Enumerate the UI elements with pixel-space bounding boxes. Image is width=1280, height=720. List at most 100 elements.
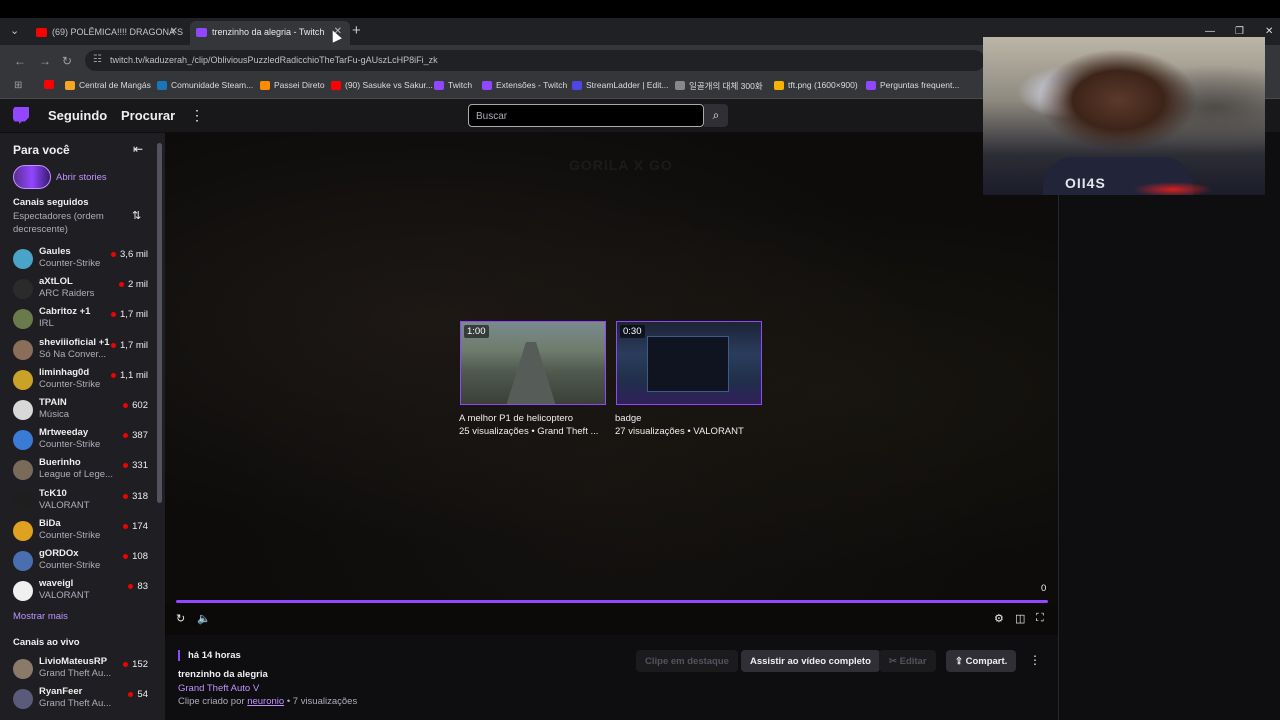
recommended-clip-meta: 25 visualizações • Grand Theft ...	[459, 426, 599, 437]
bookmark-item[interactable]: Passei Direto	[260, 80, 325, 90]
fullscreen-icon[interactable]: ⛶	[1036, 612, 1044, 625]
avatar	[13, 581, 33, 602]
shirt-text: OII4S	[1065, 175, 1106, 191]
back-icon[interactable]: ←	[14, 54, 26, 68]
sidebar-channel-item[interactable]: sheviiioficial +1 Só Na Conver... 1,7 mil	[0, 336, 157, 366]
channel-game: Grand Theft Au...	[39, 698, 112, 709]
viewer-count: 602	[123, 400, 148, 411]
tab-title: (69) POLÊMICA!!!! DRAGONA S	[52, 27, 184, 37]
sidebar-channel-item[interactable]: TcK10 VALORANT 318	[0, 487, 157, 517]
recommended-clip-thumbnail[interactable]: 1:00	[460, 321, 606, 405]
bookmark-favicon-icon	[434, 81, 444, 90]
sidebar-channel-item[interactable]: BiDa Counter-Strike 174	[0, 517, 157, 547]
avatar	[13, 460, 33, 481]
bookmark-item[interactable]: StreamLadder | Edit...	[572, 80, 669, 90]
sidebar-channel-item[interactable]: LivioMateusRP Grand Theft Au... 152	[0, 655, 157, 685]
live-dot-icon	[123, 402, 129, 408]
forward-icon[interactable]: →	[39, 54, 51, 68]
twitch-logo-icon[interactable]	[13, 107, 29, 124]
bookmark-item[interactable]: Perguntas frequent...	[866, 80, 959, 90]
sidebar-channel-item[interactable]: RyanFeer Grand Theft Au... 54	[0, 685, 157, 715]
bookmark-favicon-icon	[866, 81, 876, 90]
sidebar-channel-item[interactable]: waveigl VALORANT 83	[0, 577, 157, 607]
bookmark-item[interactable]: 일골개의 대체 300화	[675, 80, 763, 92]
red-light-graphic	[1133, 182, 1213, 195]
search-button[interactable]: ⌕	[704, 104, 728, 127]
recommended-clip-title[interactable]: badge	[615, 413, 641, 424]
channel-name: Gaules	[39, 246, 71, 257]
viewer-count: 108	[123, 551, 148, 562]
address-bar[interactable]: ☷ twitch.tv/kaduzerah_/clip/ObliviousPuz…	[85, 50, 985, 71]
channel-game: Counter-Strike	[39, 378, 101, 390]
show-more-link[interactable]: Mostrar mais	[13, 611, 68, 622]
bookmark-item[interactable]: Central de Mangás	[65, 80, 151, 90]
viewer-count: 331	[123, 460, 148, 471]
more-actions-icon[interactable]: ⋮	[1029, 653, 1041, 667]
apps-grid-icon[interactable]: ⊞	[14, 80, 22, 91]
channel-name: TPAIN	[39, 397, 67, 408]
sidebar-channel-item[interactable]: TPAIN Música 602	[0, 396, 157, 426]
creator-link[interactable]: neuronio	[247, 696, 284, 707]
progress-bar[interactable]	[176, 600, 1048, 603]
tab-twitch[interactable]: trenzinho da alegria - Twitch ✕	[190, 21, 350, 45]
theatre-mode-icon[interactable]: ◫	[1015, 612, 1025, 625]
bookmark-item[interactable]: (90) Sasuke vs Sakur...	[331, 80, 433, 90]
live-dot-icon	[128, 691, 134, 697]
collapse-sidebar-icon[interactable]: ⇤	[133, 142, 143, 156]
viewer-count: 387	[123, 430, 148, 441]
sidebar-channel-item[interactable]: aXtLOL ARC Raiders 2 mil	[0, 275, 157, 305]
live-channels-heading: Canais ao vivo	[13, 637, 80, 648]
new-tab-button[interactable]: +	[352, 22, 361, 39]
edit-button[interactable]: ✂ Editar	[879, 650, 936, 672]
tab-youtube[interactable]: (69) POLÊMICA!!!! DRAGONA S ✕	[30, 21, 186, 45]
featured-clip-button[interactable]: Clipe em destaque	[636, 650, 738, 672]
sidebar-channel-item[interactable]: Mrtweeday Counter-Strike 387	[0, 426, 157, 456]
channel-name: Buerinho	[39, 457, 81, 469]
sidebar-channel-item[interactable]: Buerinho League of Lege... 331	[0, 456, 157, 486]
more-options-icon[interactable]: ⋮	[190, 107, 204, 124]
stories-avatar[interactable]	[13, 165, 51, 189]
channel-name: aXtLOL	[39, 276, 73, 288]
sidebar-channel-item[interactable]: liminhag0d Counter-Strike 1,1 mil	[0, 366, 157, 396]
clip-creator-line: Clipe criado por neuronio • 7 visualizaç…	[178, 696, 358, 707]
scissors-icon: ✂	[889, 656, 900, 667]
sidebar-scrollbar[interactable]	[157, 143, 162, 503]
video-player[interactable]: GORILA X GO 1:00 A melhor P1 de helicopt…	[165, 133, 1058, 635]
search-input[interactable]: Buscar	[468, 104, 704, 127]
avatar	[13, 249, 33, 269]
restore-icon[interactable]: ❐	[1235, 26, 1244, 37]
site-info-icon[interactable]: ☷	[93, 54, 102, 65]
bookmark-item[interactable]: Comunidade Steam...	[157, 80, 253, 90]
sort-icon[interactable]: ⇅	[132, 209, 141, 222]
minimize-icon[interactable]: —	[1205, 26, 1215, 37]
screen: ⌄ (69) POLÊMICA!!!! DRAGONA S ✕ trenzinh…	[0, 0, 1280, 720]
share-button[interactable]: ⇪ Compart.	[946, 650, 1017, 672]
sidebar-channel-item[interactable]: Cabritoz +1 IRL 1,7 mil	[0, 305, 157, 335]
bookmark-item[interactable]: Twitch	[434, 80, 472, 90]
bookmark-favicon-icon	[774, 81, 784, 90]
reload-icon[interactable]: ↻	[62, 54, 72, 68]
channel-name: gORDOx	[39, 548, 79, 559]
sidebar-channel-item[interactable]: Gaules Counter-Strike 3,6 mil	[0, 245, 157, 275]
recommended-clip-thumbnail[interactable]: 0:30	[616, 321, 762, 405]
bookmark-youtube-icon[interactable]	[44, 80, 54, 91]
close-icon[interactable]: ✕	[170, 26, 178, 37]
replay-icon[interactable]: ↻	[176, 612, 185, 625]
tab-search-chevron-icon[interactable]: ⌄	[10, 24, 26, 40]
bookmark-item[interactable]: tft.png (1600×900)	[774, 80, 858, 90]
recommended-clip-title[interactable]: A melhor P1 de helicoptero	[459, 413, 573, 424]
game-link[interactable]: Grand Theft Auto V	[178, 683, 259, 694]
tab-title: trenzinho da alegria - Twitch	[212, 27, 325, 37]
bookmark-favicon-icon	[572, 81, 582, 90]
bookmark-item[interactable]: Extensões - Twitch	[482, 80, 567, 90]
nav-browse[interactable]: Procurar	[121, 108, 175, 123]
open-stories-link[interactable]: Abrir stories	[56, 172, 107, 183]
sidebar-channel-item[interactable]: gORDOx Counter-Strike 108	[0, 547, 157, 577]
nav-following[interactable]: Seguindo	[48, 108, 107, 123]
watch-full-video-button[interactable]: Assistir ao vídeo completo	[741, 650, 880, 672]
volume-icon[interactable]: 🔈	[197, 612, 211, 625]
settings-gear-icon[interactable]: ⚙	[994, 612, 1004, 625]
clip-info-bar: há 14 horas trenzinho da alegria Grand T…	[165, 635, 1058, 720]
close-window-icon[interactable]: ✕	[1265, 26, 1273, 37]
avatar	[13, 659, 33, 679]
